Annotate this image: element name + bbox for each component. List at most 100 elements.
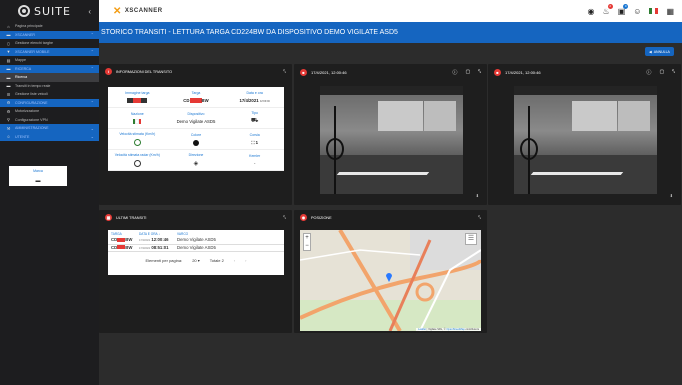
sidebar-item-xscanner-mobile[interactable]: ▼ XSCANNER MOBILE ⌃	[0, 47, 99, 56]
lock-icon[interactable]: ◉	[588, 7, 595, 16]
sidebar-item-ricerca[interactable]: ▬ Ricerca	[0, 73, 99, 82]
doc-icon: ▯	[7, 40, 10, 46]
per-page-select[interactable]: 20 ▾	[192, 258, 200, 263]
notification-bell-icon[interactable]: ♨ 2	[603, 3, 613, 16]
alerts-icon[interactable]: ▣ 0	[618, 3, 629, 16]
alerts-badge: 0	[623, 3, 629, 9]
user-icon: ☺	[6, 134, 11, 140]
transits-title: ULTIMI TRANSITI	[116, 215, 147, 220]
field-label: Corsia	[249, 132, 260, 137]
field-label: Immagine targa	[125, 90, 150, 95]
info-icon: i	[105, 68, 112, 75]
field-label: Targa	[191, 90, 201, 95]
zoom-out-button[interactable]: −	[304, 242, 310, 250]
leaflet-link[interactable]: Leaflet	[418, 328, 426, 331]
location-icon: ◉	[300, 214, 307, 221]
position-panel: ◉ POSIZIONE ⤣ + − ☰ Leaflet | Vigilate S…	[294, 210, 487, 333]
table-pagination: Elementi per pagina: 20 ▾ Totale 2 ‹ ›	[108, 258, 284, 263]
expand-icon[interactable]: ⤣	[283, 215, 286, 221]
sidebar-item-pagina-principale[interactable]: ⌂ Pagina principale	[0, 22, 99, 31]
table-row[interactable]: CD BW 17/4/2021 08:51:01 Demo Vigilate ASD5	[108, 244, 284, 252]
undo-button[interactable]: ◀ ANNULLA	[645, 47, 674, 56]
speed-radar-icon	[133, 159, 141, 167]
field-immagine-targa: Immagine targa	[108, 87, 167, 108]
layers-icon[interactable]: ☰	[465, 233, 477, 245]
save-icon[interactable]: ▢	[659, 69, 664, 76]
brand[interactable]: ✕ XSCANNER	[113, 6, 163, 17]
last-transits-panel: ▦ ULTIMI TRANSITI ⤣ TARGA DATA E ORA ↓ V…	[99, 210, 292, 333]
download-icon[interactable]: ⬇	[476, 193, 479, 198]
sidebar-item-transiti-in-tempo-reale[interactable]: ▬ Transiti in tempo reale	[0, 82, 99, 91]
sidebar-item-ricerca[interactable]: ▬ RICERCA ⌃	[0, 64, 99, 73]
sidebar-item-configurazione[interactable]: ⚙ CONFIGURAZIONE ⌃	[0, 98, 99, 107]
sidebar-item-utente[interactable]: ☺ UTENTE ⌄	[0, 132, 99, 141]
row-datetime: 17/4/2021 12:00:46	[139, 237, 169, 242]
lane-value: ⛚ 1	[251, 140, 258, 146]
field-value: Demo Vigilate ASD5	[176, 119, 216, 125]
plate-image[interactable]	[127, 98, 148, 104]
sidebar-item-label: XSCANNER	[15, 32, 35, 37]
chevron-icon: ⌃	[90, 49, 94, 55]
sign-ring	[326, 138, 344, 160]
road-marking	[336, 172, 430, 175]
sidebar: SUITE ‹ ⌂ Pagina principale ▬ XSCANNER ⌃ ▯ Ges…	[0, 0, 99, 385]
user-icon[interactable]: ☺	[633, 7, 641, 16]
list-icon: ☰	[6, 91, 11, 97]
expand-icon[interactable]: ⤣	[283, 69, 286, 75]
apps-grid-icon[interactable]: ▦	[666, 7, 674, 16]
col-gate[interactable]: VARCO	[177, 232, 281, 236]
sidebar-item-gestione-elenchi-targhe[interactable]: ▯ Gestione elenchi targhe	[0, 39, 99, 48]
sidebar-item-configurazione-vpn[interactable]: ⚲ Configurazione VPN	[0, 116, 99, 125]
filter-icon: ▼	[6, 49, 11, 55]
sidebar-item-amministrazione[interactable]: ⚒ AMMINISTRAZIONE ⌄	[0, 124, 99, 133]
sidebar-item-motorizzazione[interactable]: ⚙ Motorizzazione	[0, 107, 99, 116]
field-colore: Colore	[166, 129, 226, 150]
expand-icon[interactable]: ⤣	[478, 69, 481, 76]
chevron-icon: ⌄	[90, 125, 94, 131]
sidebar-item-label: AMMINISTRAZIONE	[15, 126, 49, 131]
sidebar-item-label: CONFIGURAZIONE	[15, 100, 48, 105]
camera-1-image[interactable]	[320, 86, 463, 194]
osm-link[interactable]: OpenStreetMap	[446, 328, 464, 331]
sidebar-header: SUITE ‹	[0, 0, 99, 22]
camera-icon: ■	[300, 69, 307, 76]
sidebar-item-label: Gestione elenchi targhe	[15, 41, 53, 46]
top-bar: ✕ XSCANNER ◉ ♨ 2 ▣ 0 ☺ ▦	[99, 0, 682, 22]
row-plate: CD BW	[111, 244, 133, 250]
table-row[interactable]: CD BW 17/4/2021 12:00:46 Demo Vigilate ASD5	[108, 237, 284, 245]
map[interactable]: + − ☰ Leaflet | Vigilate SRL, © OpenStre…	[300, 230, 481, 331]
chevron-left-icon[interactable]: ‹	[88, 7, 91, 16]
zoom-in-button[interactable]: +	[304, 234, 310, 242]
camera-2-image[interactable]	[514, 86, 657, 194]
info-icon[interactable]: ⓘ	[452, 69, 457, 76]
prev-page-icon[interactable]: ‹	[234, 258, 235, 263]
camera-2-timestamp: 17/4/2021, 12:00:46	[505, 70, 541, 75]
sidebar-item-mappe[interactable]: ▤ Mappe	[0, 56, 99, 65]
field-dispositivo: Dispositivo Demo Vigilate ASD5	[166, 108, 226, 129]
info-icon[interactable]: ⓘ	[646, 69, 651, 76]
sidebar-item-gestione-liste-veicoli[interactable]: ☰ Gestione liste veicoli	[0, 90, 99, 99]
brand-label: Marca	[33, 168, 43, 173]
expand-icon[interactable]: ⤣	[478, 215, 481, 221]
chevron-icon: ⌃	[90, 66, 94, 72]
sidebar-item-label: Gestione liste veicoli	[15, 92, 48, 97]
datetime-value: 17/4/2021 12:00:46	[239, 98, 270, 104]
col-plate[interactable]: TARGA	[111, 232, 139, 236]
field-label: Direzione	[188, 153, 204, 158]
camera-1-timestamp: 17/4/2021, 12:00:46	[311, 70, 347, 75]
per-page-label: Elementi per pagina:	[145, 258, 183, 263]
table-header: TARGA DATA E ORA ↓ VARCO	[108, 230, 284, 237]
zoom-controls: + −	[303, 233, 311, 251]
sidebar-item-xscanner[interactable]: ▬ XSCANNER ⌃	[0, 30, 99, 39]
sidebar-item-label: Motorizzazione	[15, 109, 40, 114]
car-icon: ▬	[6, 66, 11, 72]
expand-icon[interactable]: ⤣	[672, 69, 675, 76]
download-icon[interactable]: ⬇	[670, 193, 673, 198]
field-data-e-ora: Data e ora 17/4/2021 12:00:46	[225, 87, 284, 108]
italy-flag-icon	[133, 119, 142, 125]
save-icon[interactable]: ▢	[465, 69, 470, 76]
italy-flag-icon[interactable]	[649, 8, 659, 14]
next-page-icon[interactable]: ›	[245, 258, 246, 263]
col-datetime[interactable]: DATA E ORA ↓	[139, 232, 177, 236]
field-velocit-stimata-km-h-: Velocità stimata (Km/h)	[108, 129, 167, 150]
